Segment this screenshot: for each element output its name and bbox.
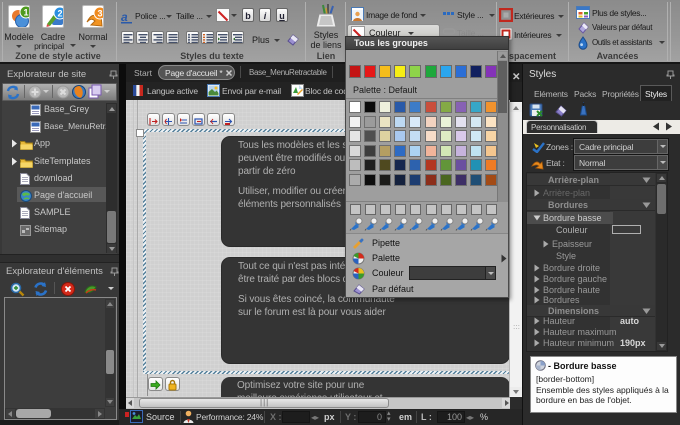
svg-text:a: a (121, 10, 128, 24)
svg-text:1: 1 (23, 8, 28, 18)
svg-text:2: 2 (57, 9, 62, 19)
svg-text:3: 3 (97, 9, 102, 19)
